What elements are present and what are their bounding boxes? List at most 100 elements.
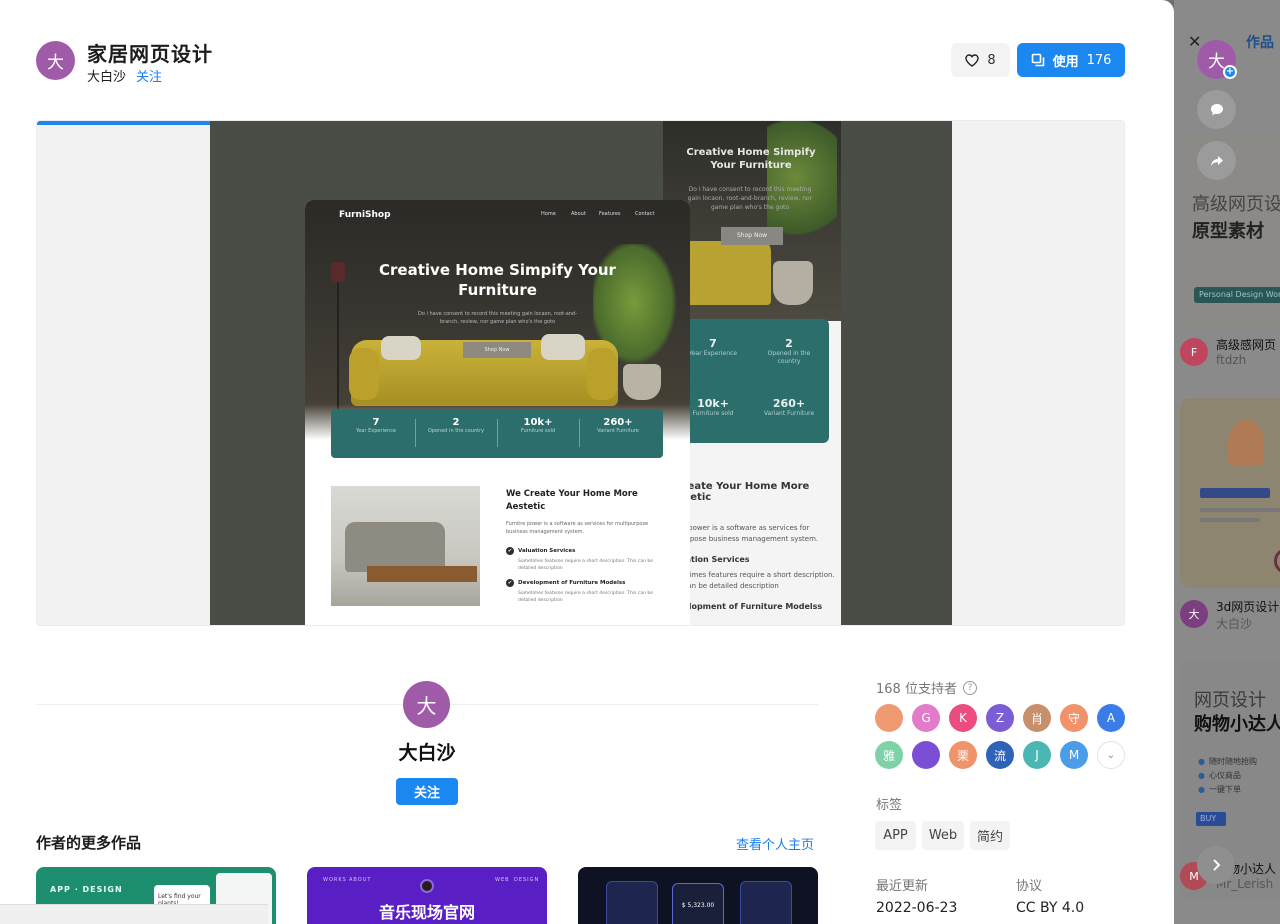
mockup-brand: FurniShop	[339, 210, 391, 220]
license-value: CC BY 4.0	[1016, 900, 1085, 916]
phone-mockup	[740, 881, 792, 924]
mockup-section-title: We Create Your Home More Aestetic	[506, 489, 638, 512]
supporter-avatar[interactable]: 肖	[1023, 704, 1051, 732]
bg-buy-button: BUY	[1196, 812, 1226, 826]
follow-button[interactable]: 关注	[396, 778, 458, 805]
supporter-avatar[interactable]: G	[912, 704, 940, 732]
mockup-nav-item: About	[571, 211, 586, 217]
living-room-photo	[331, 486, 480, 606]
bg-bike-wheel	[1274, 548, 1280, 574]
mockup-section-desc: Furnitre power is a software as services…	[506, 521, 649, 535]
mockup-front-page: FurniShop Home About Features Contact Cr…	[305, 200, 690, 625]
duplicate-icon	[1031, 53, 1044, 67]
bg-work-card[interactable]	[1180, 398, 1280, 588]
mockup-hero-desc: Do i have consent to record this meeting…	[418, 311, 577, 325]
next-work-button[interactable]	[1197, 846, 1235, 884]
bg-author-title: 3d网页设计	[1216, 600, 1280, 614]
phone-mockup	[606, 881, 658, 924]
heart-icon	[965, 53, 980, 67]
bg-card-item: 心仪商品	[1198, 770, 1241, 781]
bg-tab-works[interactable]: 作品	[1246, 32, 1274, 52]
supporter-avatar[interactable]: A	[1097, 704, 1125, 732]
mockup-stats: 7 Year Experience 2 Opened in the country …	[331, 409, 663, 458]
bottom-overlay-bar	[0, 904, 268, 924]
mockup-hero-title: Creative Home Simpify Your Furniture	[379, 261, 616, 299]
author-name-large[interactable]: 大白沙	[336, 738, 518, 765]
stat: 10k+ Furniture sold	[520, 417, 556, 434]
supporter-avatar[interactable]: 雅	[875, 741, 903, 769]
supporter-avatar[interactable]: 栗	[949, 741, 977, 769]
mockup-nav-item: Features	[599, 211, 621, 217]
author-name[interactable]: 大白沙	[87, 66, 126, 85]
stat: 7 Year Experience	[355, 417, 397, 434]
stat: 10k+ Furniture sold	[692, 397, 734, 417]
more-works-title: 作者的更多作品	[36, 834, 142, 852]
author-avatar-large[interactable]: 大	[403, 681, 450, 728]
tag-chip[interactable]: APP	[875, 821, 916, 850]
table-image	[367, 566, 477, 582]
bg-author-avatar: 大	[1180, 600, 1208, 628]
bg-author-title: 高级感网页	[1216, 338, 1277, 352]
stat: 260+ Variant Furniture	[763, 397, 815, 417]
use-button[interactable]: 使用 176	[1017, 43, 1125, 77]
bg-mock-line	[1200, 508, 1280, 512]
follow-plus-icon[interactable]: +	[1223, 65, 1237, 79]
supporter-avatar[interactable]: M	[1060, 741, 1088, 769]
thumb-avatar	[420, 879, 434, 893]
bg-author-row[interactable]: 大 3d网页设计 大白沙	[1180, 600, 1280, 631]
tag-chip[interactable]: 简约	[970, 821, 1010, 850]
supporter-avatar[interactable]	[912, 741, 940, 769]
mockup-service: Valuation Services Sometimes features re…	[506, 547, 666, 572]
stat-divider	[497, 419, 498, 447]
more-work-thumb[interactable]: $ 5,323.00	[578, 867, 818, 924]
background-page: 作品 高级网页设 原型素材 Personal Design Works F 高级…	[1174, 0, 1280, 924]
bg-card-pill: Personal Design Works	[1194, 287, 1280, 303]
like-count: 8	[987, 52, 996, 68]
bg-author-name: 大白沙	[1216, 617, 1253, 631]
stat-divider	[579, 419, 580, 447]
supporter-avatar[interactable]: 流	[986, 741, 1014, 769]
pot-image	[773, 261, 813, 305]
like-button[interactable]: 8	[951, 43, 1010, 77]
bg-card-item: 一键下单	[1198, 784, 1241, 795]
bg-mock-button	[1200, 488, 1270, 498]
supporter-avatar[interactable]: 守	[1060, 704, 1088, 732]
bg-card-line2: 原型素材	[1192, 221, 1264, 242]
mockup-service: Development of Furniture Modelss Sometim…	[506, 579, 666, 604]
tag-chip[interactable]: Web	[922, 821, 964, 850]
share-button[interactable]	[1197, 141, 1236, 180]
supporters-count: 168 位支持者 ?	[876, 678, 977, 697]
mockup-back-title: Creative Home Simpify Your Furniture	[686, 147, 816, 171]
supporter-avatar[interactable]	[875, 704, 903, 732]
bg-author-name: ftdzh	[1216, 353, 1247, 367]
comment-button[interactable]	[1197, 90, 1236, 129]
pillow	[381, 336, 421, 360]
bg-author-row[interactable]: F 高级感网页 ftdzh	[1180, 338, 1280, 368]
use-count: 176	[1086, 52, 1112, 68]
work-detail-modal: 大 家居网页设计 大白沙 关注 8 使用 176 Creative Home S…	[0, 0, 1174, 924]
work-preview[interactable]: Creative Home Simpify Your Furniture Do …	[36, 120, 1125, 626]
lamp-image	[337, 280, 339, 410]
comment-icon	[1210, 103, 1223, 115]
mockup-back-desc: Do i have consent to record this meeting…	[687, 186, 813, 211]
view-profile-link[interactable]: 查看个人主页	[736, 834, 814, 853]
pot-image	[623, 364, 661, 400]
supporter-avatar[interactable]: K	[949, 704, 977, 732]
question-circle-icon[interactable]: ?	[962, 680, 977, 695]
mockup-shop-button: Shop Now	[463, 342, 531, 358]
chevron-down-icon[interactable]: ⌄	[1097, 741, 1125, 769]
bg-author-avatar: F	[1180, 338, 1208, 366]
stat: 260+ Variant Furniture	[597, 417, 639, 434]
chevron-right-icon	[1213, 859, 1221, 871]
phone-mockup: $ 5,323.00	[672, 883, 724, 924]
stat: 7 Year Experience	[688, 337, 738, 357]
share-icon	[1210, 155, 1223, 166]
supporter-avatar[interactable]: Z	[986, 704, 1014, 732]
pillow	[541, 334, 585, 360]
supporter-avatar[interactable]: J	[1023, 741, 1051, 769]
follow-link[interactable]: 关注	[136, 66, 162, 85]
more-work-thumb[interactable]: WORKS ABOUT WEB DESIGN 音乐现场官网	[307, 867, 547, 924]
updated-label: 最近更新	[876, 879, 929, 894]
author-avatar[interactable]: 大	[36, 41, 75, 80]
bg-mock-line	[1200, 518, 1260, 522]
